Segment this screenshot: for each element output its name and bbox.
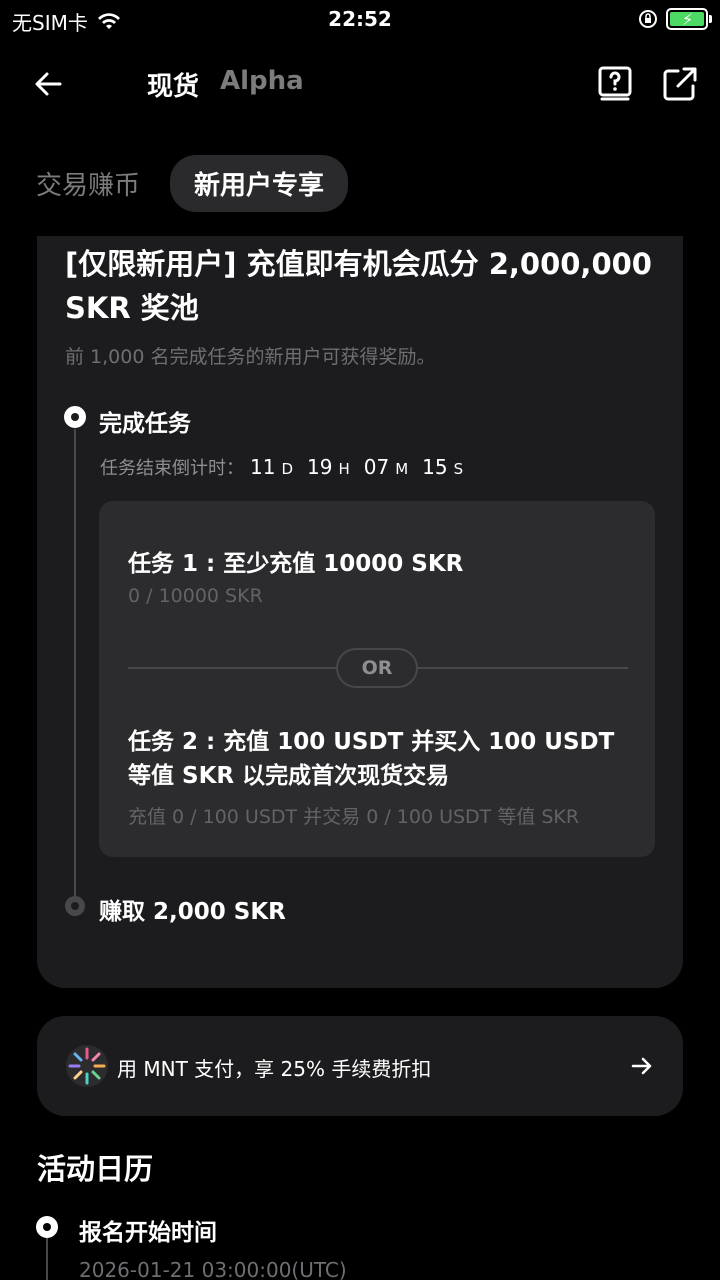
help-icon[interactable] (598, 66, 634, 102)
orientation-lock-icon (639, 10, 657, 28)
timeline-line (74, 429, 76, 899)
task1-progress: 0 / 10000 SKR (128, 585, 263, 607)
step-earn-reward: 赚取 2,000 SKR (99, 899, 286, 925)
task2-progress: 充值 0 / 100 USDT 并交易 0 / 100 USDT 等值 SKR (128, 806, 580, 828)
calendar-timeline-line (46, 1235, 48, 1280)
countdown-hours: 19 (307, 455, 333, 479)
calendar-dot (36, 1216, 58, 1238)
share-icon[interactable] (662, 66, 698, 102)
step-complete-task: 完成任务 (99, 411, 191, 437)
task-card: [仅限新用户] 充值即有机会瓜分 2,000,000 SKR 奖池 前 1,00… (37, 236, 683, 988)
calendar-item-label: 报名开始时间 (79, 1220, 217, 1246)
arrow-right-icon[interactable] (629, 1053, 655, 1079)
countdown-minutes: 07 (363, 455, 390, 479)
timeline-dot-active (64, 406, 86, 428)
mnt-promo-banner[interactable]: 用 MNT 支付，享 25% 手续费折扣 (37, 1016, 683, 1116)
battery-icon: ⚡ (666, 8, 712, 30)
countdown-seconds-unit: S (453, 460, 464, 478)
countdown-days-unit: D (281, 460, 294, 478)
task2-title: 任务 2 : 充值 100 USDT 并买入 100 USDT 等值 SKR 以… (128, 729, 615, 789)
countdown: 任务结束倒计时： 11 D 19 H 07 M 15 S (100, 454, 471, 480)
back-arrow-icon[interactable] (28, 64, 68, 104)
card-description: 前 1,000 名完成任务的新用户可获得奖励。 (65, 346, 436, 368)
tab-alpha[interactable]: Alpha (220, 66, 304, 96)
status-bar: 无SIM卡 22:52 ⚡ (0, 0, 720, 40)
header: 现货 Alpha (0, 52, 720, 114)
countdown-minutes-unit: M (395, 460, 409, 478)
task-box: 任务 1 : 至少充值 10000 SKR 0 / 10000 SKR OR 任… (99, 501, 655, 857)
tab-trade-earn[interactable]: 交易赚币 (36, 165, 140, 202)
clock: 22:52 (328, 7, 392, 31)
timeline-dot-inactive (65, 896, 85, 916)
subtabs: 交易赚币 新用户专享 (36, 154, 349, 212)
countdown-hours-unit: H (338, 460, 350, 478)
countdown-seconds: 15 (422, 455, 448, 479)
task1-title: 任务 1 : 至少充值 10000 SKR (128, 551, 464, 577)
or-label: OR (336, 648, 418, 688)
mnt-logo-icon (66, 1045, 108, 1087)
countdown-days: 11 (250, 455, 276, 479)
tab-spot[interactable]: 现货 (147, 66, 199, 103)
tab-new-user[interactable]: 新用户专享 (170, 154, 349, 212)
promo-text: 用 MNT 支付，享 25% 手续费折扣 (117, 1057, 432, 1081)
calendar-title: 活动日历 (37, 1152, 154, 1186)
countdown-label: 任务结束倒计时： (100, 458, 244, 479)
card-title: [仅限新用户] 充值即有机会瓜分 2,000,000 SKR 奖池 (65, 247, 652, 325)
calendar-item-date: 2026-01-21 03:00:00(UTC) (79, 1258, 347, 1280)
